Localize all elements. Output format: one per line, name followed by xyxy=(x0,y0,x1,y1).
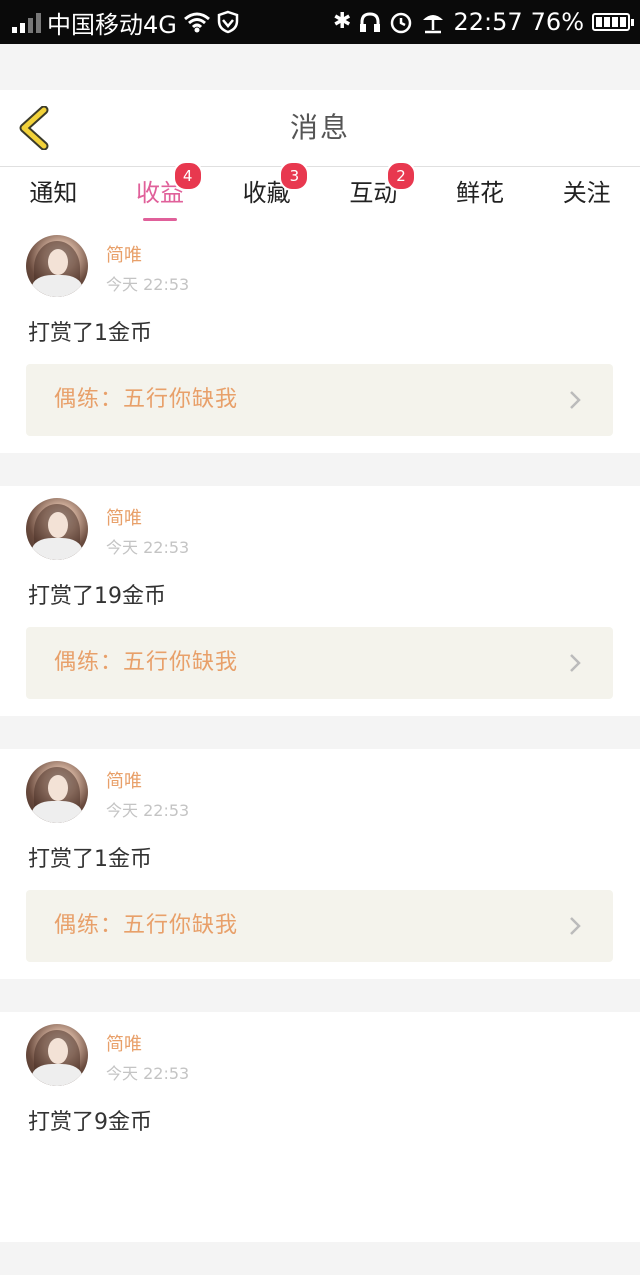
tab-interaction[interactable]: 互动 2 xyxy=(320,161,427,223)
tab-bar: 通知 收益 4 收藏 3 互动 2 鲜花 关注 xyxy=(0,161,640,223)
status-bar: 中国移动4G ✱ 22:57 76% xyxy=(0,0,640,44)
message-time: 今天 22:53 xyxy=(106,801,190,820)
tab-favorites[interactable]: 收藏 3 xyxy=(213,161,320,223)
message-card: 简唯 今天 22:53 打赏了1金币 偶练：五行你缺我 xyxy=(0,223,640,453)
work-title: 偶练：五行你缺我 xyxy=(54,650,239,675)
message-card: 简唯 今天 22:53 打赏了9金币 xyxy=(0,1012,640,1242)
work-title: 偶练：五行你缺我 xyxy=(54,913,239,938)
message-card: 简唯 今天 22:53 打赏了19金币 偶练：五行你缺我 xyxy=(0,486,640,716)
avatar[interactable] xyxy=(26,761,88,823)
message-text: 打赏了1金币 xyxy=(28,321,152,346)
tab-notice[interactable]: 通知 xyxy=(0,167,107,223)
battery-icon xyxy=(592,13,634,31)
clock-time: 22:57 xyxy=(453,8,523,36)
wifi-icon xyxy=(183,12,210,33)
shield-icon xyxy=(217,10,239,34)
message-text: 打赏了19金币 xyxy=(28,584,166,609)
message-time: 今天 22:53 xyxy=(106,275,190,294)
sender-name[interactable]: 简唯 xyxy=(106,1030,142,1056)
battery-percent: 76% xyxy=(530,8,584,36)
message-text: 打赏了1金币 xyxy=(28,847,152,872)
work-link[interactable]: 偶练：五行你缺我 xyxy=(26,890,613,962)
chevron-right-icon xyxy=(570,917,581,935)
bluetooth-icon: ✱ xyxy=(333,9,352,34)
message-card: 简唯 今天 22:53 打赏了1金币 偶练：五行你缺我 xyxy=(0,749,640,979)
work-link[interactable]: 偶练：五行你缺我 xyxy=(26,364,613,436)
tab-flowers[interactable]: 鲜花 xyxy=(427,167,534,223)
message-time: 今天 22:53 xyxy=(106,538,190,557)
page-title: 消息 xyxy=(289,111,350,144)
message-list: 简唯 今天 22:53 打赏了1金币 偶练：五行你缺我 简唯 今天 22:53 … xyxy=(0,223,640,1275)
tab-label: 鲜花 xyxy=(456,179,505,207)
tab-label: 通知 xyxy=(29,179,78,207)
headphones-icon xyxy=(360,12,381,32)
sender-name[interactable]: 简唯 xyxy=(106,767,142,793)
unread-badge: 3 xyxy=(279,161,310,191)
tab-follow[interactable]: 关注 xyxy=(533,167,640,223)
alarm-icon xyxy=(391,12,412,34)
avatar[interactable] xyxy=(26,498,88,560)
work-title: 偶练：五行你缺我 xyxy=(54,387,239,412)
app-header: 消息 xyxy=(0,90,640,167)
signal-icon xyxy=(12,11,41,33)
unread-badge: 2 xyxy=(386,161,417,191)
avatar[interactable] xyxy=(26,235,88,297)
work-link[interactable]: 偶练：五行你缺我 xyxy=(26,627,613,699)
unread-badge: 4 xyxy=(172,161,203,191)
avatar[interactable] xyxy=(26,1024,88,1086)
carrier-label: 中国移动4G xyxy=(47,10,177,39)
message-text: 打赏了9金币 xyxy=(28,1110,152,1135)
chevron-right-icon xyxy=(570,654,581,672)
tab-earnings[interactable]: 收益 4 xyxy=(107,161,214,223)
tab-label: 关注 xyxy=(562,179,611,207)
message-time: 今天 22:53 xyxy=(106,1064,190,1083)
umbrella-icon xyxy=(423,15,444,34)
sender-name[interactable]: 简唯 xyxy=(106,504,142,530)
sender-name[interactable]: 简唯 xyxy=(106,241,142,267)
chevron-right-icon xyxy=(570,391,581,409)
